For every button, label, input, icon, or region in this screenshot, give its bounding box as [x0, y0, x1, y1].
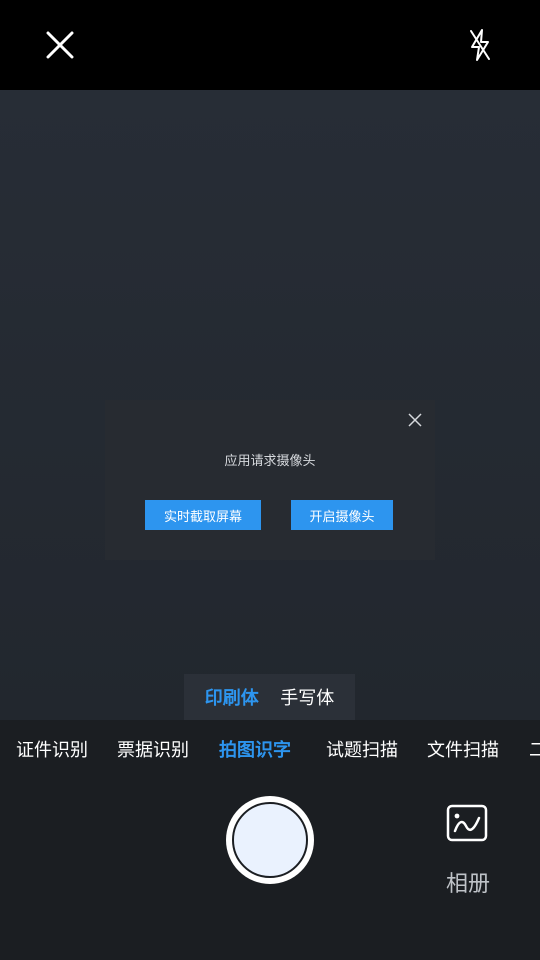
flash-off-icon	[470, 29, 490, 61]
top-bar	[0, 0, 540, 90]
mode-option-printed[interactable]: 印刷体	[205, 684, 259, 710]
dialog-close-button[interactable]	[405, 410, 425, 430]
capture-screen-button[interactable]: 实时截取屏幕	[145, 500, 261, 530]
open-camera-button[interactable]: 开启摄像头	[291, 500, 393, 530]
camera-permission-dialog: 应用请求摄像头 实时截取屏幕 开启摄像头	[105, 400, 435, 560]
image-icon	[446, 804, 488, 842]
tab-photo-text-recognition[interactable]: 拍图识字	[219, 736, 291, 762]
shutter-inner	[232, 802, 308, 878]
album-button[interactable]: 相册	[438, 804, 498, 904]
close-icon	[46, 31, 74, 59]
tab-more[interactable]: 二	[529, 736, 540, 762]
text-type-toggle: 印刷体 手写体	[184, 674, 355, 720]
album-label: 相册	[445, 872, 490, 897]
flash-toggle-button[interactable]	[457, 22, 503, 68]
camera-screen: 应用请求摄像头 实时截取屏幕 开启摄像头 印刷体 手写体 证件识别 票据识别 拍…	[0, 0, 540, 960]
bottom-controls: 相册	[0, 776, 540, 960]
close-icon	[408, 413, 422, 427]
tab-document-scan[interactable]: 文件扫描	[427, 736, 499, 762]
tab-exam-scan[interactable]: 试题扫描	[326, 736, 398, 762]
dialog-title: 应用请求摄像头	[224, 454, 316, 469]
tab-receipt-recognition[interactable]: 票据识别	[117, 736, 189, 762]
recognition-tabs: 证件识别 票据识别 拍图识字 试题扫描 文件扫描 二	[0, 720, 540, 776]
close-button[interactable]	[37, 22, 83, 68]
shutter-button[interactable]	[226, 796, 314, 884]
mode-option-handwritten[interactable]: 手写体	[280, 684, 334, 710]
tab-id-recognition[interactable]: 证件识别	[16, 736, 88, 762]
